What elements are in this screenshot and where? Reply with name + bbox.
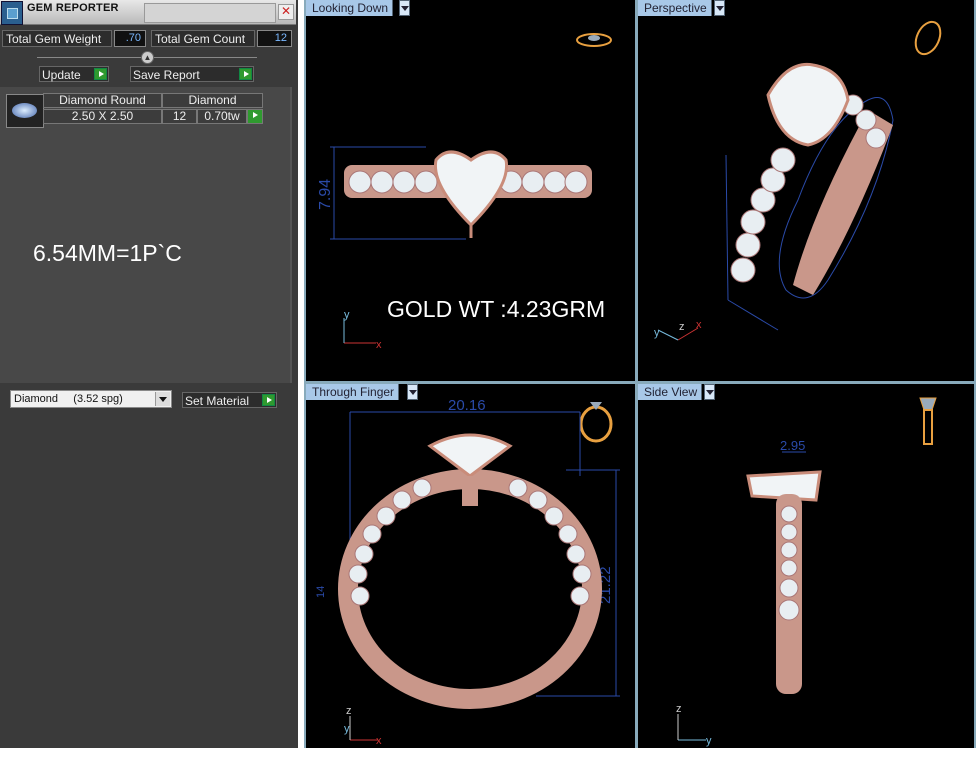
ring-thumbnail-icon <box>914 20 942 56</box>
gem-list: Diamond Round Diamond 2.50 X 2.50 12 0.7… <box>0 87 292 383</box>
front-dimension-width: 20.16 <box>448 397 486 414</box>
total-gem-count-value: 12 <box>257 30 292 47</box>
update-button[interactable]: Update <box>39 66 109 82</box>
total-gem-weight-value: .70 <box>114 30 146 47</box>
title-drag-area[interactable] <box>144 3 276 23</box>
save-report-button[interactable]: Save Report <box>130 66 254 82</box>
close-button[interactable]: ✕ <box>278 4 294 20</box>
axis-y-label: y <box>344 309 350 321</box>
top-view-drawing: 7.94 x y <box>317 33 612 351</box>
play-arrow-icon <box>94 68 107 80</box>
axis-z-label: z <box>676 703 682 715</box>
axis-gizmo <box>657 327 699 341</box>
material-select-value: Diamond (3.52 spg) <box>14 393 123 405</box>
ring-thumbnail-icon <box>579 402 613 443</box>
gem-reporter-icon <box>1 1 23 25</box>
front-view-drawing: 20.16 21.22 14 x z y <box>315 397 620 747</box>
top-dimension: 7.94 <box>317 179 334 210</box>
collapse-up-icon[interactable]: ▲ <box>141 51 154 64</box>
chevron-down-icon[interactable] <box>155 392 170 406</box>
gem-row-go-button[interactable] <box>247 109 263 124</box>
gem-shape-header: Diamond Round <box>43 93 162 108</box>
axis-gizmo <box>349 716 378 741</box>
total-gem-weight-label: Total Gem Weight <box>2 30 112 47</box>
gem-weight-cell: 0.70tw <box>197 109 247 124</box>
size-note: 6.54MM=1P`C <box>33 240 182 266</box>
play-arrow-icon <box>262 394 275 406</box>
viewport-looking-down[interactable]: Looking Down 7.94 x y <box>306 0 635 381</box>
viewport-side-view[interactable]: Side View 2.95 y z <box>638 384 974 748</box>
material-select[interactable]: Diamond (3.52 spg) <box>10 390 172 408</box>
update-button-label: Update <box>42 68 81 82</box>
diamond-round-icon <box>6 94 44 128</box>
axis-x-label: x <box>696 319 702 331</box>
gem-size-cell: 2.50 X 2.50 <box>43 109 162 124</box>
axis-gizmo <box>343 318 376 344</box>
viewport-perspective[interactable]: Perspective x z y <box>638 0 974 381</box>
axis-z-label: z <box>679 321 685 333</box>
viewport-through-finger[interactable]: Through Finger 20.16 21.22 14 x z y <box>306 384 635 748</box>
axis-gizmo <box>677 714 706 741</box>
axis-z-label: z <box>346 705 352 717</box>
perspective-drawing: x z y <box>654 20 942 341</box>
save-report-label: Save Report <box>133 68 200 82</box>
ring-thumbnail-icon <box>919 397 937 445</box>
front-dimension-small: 14 <box>315 586 327 598</box>
gem-type-header: Diamond <box>162 93 263 108</box>
axis-y-label: y <box>654 327 660 339</box>
axis-y-label: y <box>344 723 350 735</box>
viewport-grid: Looking Down 7.94 x y Perspective x z y … <box>304 0 976 748</box>
gold-weight-note: GOLD WT :4.23GRM <box>387 296 606 322</box>
set-material-button[interactable]: Set Material <box>182 392 277 408</box>
axis-x-label: x <box>376 735 382 747</box>
axis-y-label: y <box>706 735 712 747</box>
play-arrow-icon <box>239 68 252 80</box>
side-view-drawing: 2.95 y z <box>676 397 937 747</box>
gem-reporter-panel: GEM REPORTER ✕ Total Gem Weight .70 Tota… <box>0 0 298 748</box>
axis-x-label: x <box>376 339 382 351</box>
window-title: GEM REPORTER <box>27 2 119 14</box>
side-dimension: 2.95 <box>780 438 805 453</box>
gem-count-cell: 12 <box>162 109 197 124</box>
set-material-label: Set Material <box>185 394 250 408</box>
title-bar[interactable]: GEM REPORTER ✕ <box>0 0 296 25</box>
total-gem-count-label: Total Gem Count <box>151 30 255 47</box>
play-arrow-icon <box>249 110 262 122</box>
bottom-strip <box>0 748 976 765</box>
ring-thumbnail-icon <box>576 33 612 47</box>
